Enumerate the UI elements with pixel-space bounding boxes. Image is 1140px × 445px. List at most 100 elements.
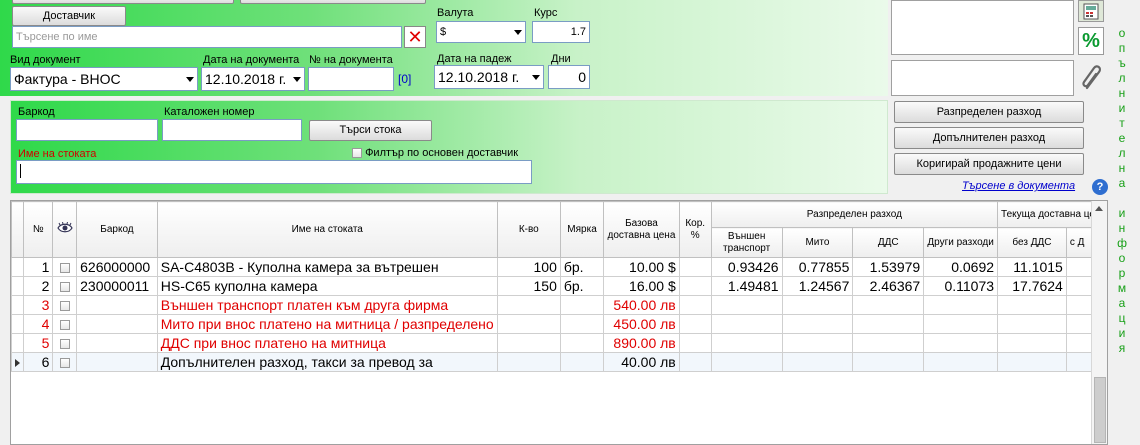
row-unit[interactable]: бр. — [559, 257, 605, 277]
row-number[interactable]: 1 — [22, 257, 54, 277]
row-other[interactable] — [923, 295, 999, 315]
row-no-vat[interactable] — [997, 314, 1067, 334]
document-date-picker[interactable]: 12.10.2018 г. — [201, 67, 305, 91]
row-barcode[interactable] — [76, 352, 158, 372]
row-checkbox[interactable] — [52, 257, 78, 277]
row-select-checkbox[interactable] — [59, 339, 70, 350]
table-row[interactable]: 4 Мито при внос платено на митница / разп… — [11, 314, 1107, 334]
items-grid[interactable]: № Баркод Име на стоката К-во Мярка Базов… — [10, 200, 1108, 445]
row-other[interactable]: 0.11073 — [923, 276, 999, 296]
row-checkbox[interactable] — [52, 352, 78, 372]
row-other[interactable] — [923, 314, 999, 334]
row-qty[interactable] — [496, 352, 561, 372]
barcode-input[interactable] — [16, 119, 158, 141]
supplier-search-input[interactable]: Търсене по име — [12, 26, 402, 48]
catalog-input[interactable] — [162, 119, 302, 141]
row-price[interactable]: 540.00 лв — [603, 295, 680, 315]
row-cor[interactable] — [678, 276, 712, 296]
grid-scrollbar[interactable] — [1091, 201, 1107, 444]
col-unit-header[interactable]: Мярка — [559, 201, 605, 258]
row-name[interactable]: ДДС при внос платено на митница — [156, 333, 498, 353]
paperclip-icon[interactable] — [1078, 62, 1106, 94]
clear-icon[interactable]: ✕ — [404, 26, 426, 48]
row-price[interactable]: 40.00 лв — [603, 352, 680, 372]
row-indicator[interactable] — [11, 333, 24, 353]
row-other[interactable]: 0.0692 — [923, 257, 999, 277]
table-row[interactable]: 2 230000011 HS-C65 куполна камера 150 бр. 16.… — [11, 276, 1107, 296]
row-cor[interactable] — [678, 257, 712, 277]
filter-checkbox[interactable] — [352, 148, 362, 159]
row-no-vat[interactable] — [997, 295, 1067, 315]
rate-input[interactable]: 1.7 — [532, 21, 590, 43]
col-qty-header[interactable]: К-во — [496, 201, 561, 258]
row-checkbox[interactable] — [52, 314, 78, 334]
search-item-button[interactable]: Търси стока — [309, 120, 432, 141]
row-duty[interactable] — [781, 352, 854, 372]
scroll-up-icon[interactable] — [1095, 206, 1103, 211]
row-no-vat[interactable] — [997, 352, 1067, 372]
row-name[interactable]: HS-C65 куполна камера — [156, 276, 498, 296]
item-name-input[interactable] — [16, 160, 532, 184]
row-name[interactable]: Външен транспорт платен към друга фирма — [156, 295, 498, 315]
row-no-vat[interactable]: 17.7624 — [997, 276, 1067, 296]
row-duty[interactable] — [781, 333, 854, 353]
row-select-checkbox[interactable] — [59, 320, 70, 331]
correct-prices-button[interactable]: Коригирай продажните цени — [894, 153, 1084, 175]
row-qty[interactable]: 100 — [496, 257, 561, 277]
row-select-checkbox[interactable] — [59, 282, 70, 293]
row-select-checkbox[interactable] — [59, 263, 70, 274]
table-row[interactable]: 5 ДДС при внос платено на митница 890.00 л… — [11, 333, 1107, 353]
row-unit[interactable] — [559, 295, 605, 315]
col-visibility-header[interactable] — [52, 201, 78, 258]
distributed-cost-button[interactable]: Разпределен разход — [894, 101, 1084, 123]
top-button-right[interactable] — [240, 0, 426, 4]
document-number-link[interactable]: [0] — [398, 72, 411, 86]
row-checkbox[interactable] — [52, 276, 78, 296]
filter-checkbox-row[interactable]: Филтър по основен доставчик — [352, 147, 518, 159]
row-no-vat[interactable]: 11.1015 — [997, 257, 1067, 277]
days-input[interactable]: 0 — [548, 65, 590, 89]
row-duty[interactable]: 1.24567 — [781, 276, 854, 296]
row-indicator[interactable] — [11, 257, 24, 277]
search-in-document-link[interactable]: Търсене в документа — [962, 180, 1075, 192]
due-date-picker[interactable]: 12.10.2018 г. — [434, 65, 544, 89]
row-cor[interactable] — [678, 314, 712, 334]
scroll-thumb[interactable] — [1094, 377, 1106, 443]
col-num-header[interactable]: № — [22, 201, 54, 258]
row-unit[interactable] — [559, 314, 605, 334]
row-vat[interactable] — [852, 295, 925, 315]
row-number[interactable]: 4 — [22, 314, 54, 334]
row-vat[interactable]: 1.53979 — [852, 257, 925, 277]
row-barcode[interactable] — [76, 295, 158, 315]
row-transport[interactable] — [710, 314, 783, 334]
row-number[interactable]: 2 — [22, 276, 54, 296]
top-button-left[interactable] — [12, 0, 234, 4]
row-qty[interactable] — [496, 295, 561, 315]
row-transport[interactable]: 1.49481 — [710, 276, 783, 296]
row-no-vat[interactable] — [997, 333, 1067, 353]
col-other-header[interactable]: Други разходи — [923, 227, 999, 258]
row-price[interactable]: 450.00 лв — [603, 314, 680, 334]
note-box-top[interactable] — [891, 0, 1074, 55]
row-barcode[interactable]: 626000000 — [76, 257, 158, 277]
row-transport[interactable] — [710, 352, 783, 372]
row-unit[interactable] — [559, 333, 605, 353]
row-barcode[interactable]: 230000011 — [76, 276, 158, 296]
row-duty[interactable] — [781, 295, 854, 315]
row-transport[interactable] — [710, 333, 783, 353]
col-no-vat-header[interactable]: без ДДС — [997, 227, 1067, 258]
additional-info-tab[interactable]: о п ъ л н и т е л н а и н ф о р м а ц и … — [1112, 26, 1132, 356]
row-price[interactable]: 10.00 $ — [603, 257, 680, 277]
row-indicator[interactable] — [11, 276, 24, 296]
row-number[interactable]: 6 — [22, 352, 54, 372]
table-row[interactable]: 1 626000000 SA-C4803B - Куполна камера за … — [11, 257, 1107, 277]
additional-cost-button[interactable]: Допълнителен разход — [894, 127, 1084, 149]
col-vat-header[interactable]: ДДС — [852, 227, 925, 258]
row-name[interactable]: Мито при внос платено на митница / разпр… — [156, 314, 498, 334]
row-vat[interactable] — [852, 314, 925, 334]
table-row[interactable]: 3 Външен транспорт платен към друга фирма… — [11, 295, 1107, 315]
col-duty-header[interactable]: Мито — [781, 227, 854, 258]
row-price[interactable]: 890.00 лв — [603, 333, 680, 353]
row-cor[interactable] — [678, 333, 712, 353]
row-select-checkbox[interactable] — [59, 301, 70, 312]
